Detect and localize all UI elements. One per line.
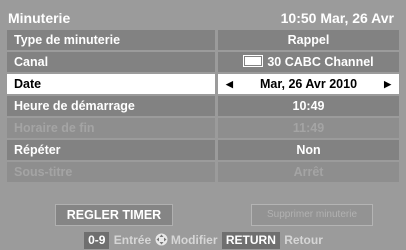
return-key: RETURN	[221, 232, 280, 249]
row-label: Horaire de fin	[7, 118, 215, 138]
delete-timer-button: Supprimer minuterie	[251, 204, 373, 226]
row-label: Sous-titre	[7, 162, 215, 182]
row-label: Heure de démarrage	[7, 96, 215, 116]
enter-hint: Entrée	[113, 233, 152, 247]
modify-hint: Modifier	[170, 233, 218, 247]
row-value: Non	[218, 140, 399, 160]
settings-list: Type de minuterie Rappel Canal 30 CABC C…	[7, 30, 399, 184]
row-label: Date	[7, 74, 215, 94]
row-date[interactable]: Date ◀ Mar, 26 Avr 2010 ▶	[7, 74, 399, 94]
row-label: Canal	[7, 52, 215, 72]
help-bar: 0-9 Entrée Modifier RETURN Retour	[0, 231, 406, 250]
set-timer-button[interactable]: REGLER TIMER	[55, 204, 173, 226]
dialog-title: Minuterie	[8, 10, 71, 26]
row-channel[interactable]: Canal 30 CABC Channel	[7, 52, 399, 72]
row-label: Répéter	[7, 140, 215, 160]
dpad-icon	[155, 233, 167, 246]
timer-dialog: Minuterie 10:50 Mar, 26 Avr Type de minu…	[0, 0, 406, 250]
row-end-time: Horaire de fin 11:49	[7, 118, 399, 138]
row-repeat[interactable]: Répéter Non	[7, 140, 399, 160]
row-value: 11:49	[218, 118, 399, 138]
row-value: 10:49	[218, 96, 399, 116]
row-value: 30 CABC Channel	[218, 52, 399, 72]
row-timer-type[interactable]: Type de minuterie Rappel	[7, 30, 399, 50]
channel-name: 30 CABC Channel	[267, 55, 374, 69]
row-value[interactable]: ◀ Mar, 26 Avr 2010 ▶	[218, 74, 399, 94]
channel-icon	[243, 55, 264, 67]
title-bar: Minuterie 10:50 Mar, 26 Avr	[8, 7, 398, 29]
left-arrow-icon[interactable]: ◀	[226, 74, 233, 94]
row-value: Rappel	[218, 30, 399, 50]
right-arrow-icon[interactable]: ▶	[384, 74, 391, 94]
back-hint: Retour	[284, 233, 323, 247]
current-datetime: 10:50 Mar, 26 Avr	[280, 10, 394, 26]
digits-key: 0-9	[84, 232, 110, 249]
row-subtitle: Sous-titre Arrêt	[7, 162, 399, 182]
row-value: Arrêt	[218, 162, 399, 182]
row-start-time[interactable]: Heure de démarrage 10:49	[7, 96, 399, 116]
date-value: Mar, 26 Avr 2010	[259, 77, 358, 91]
row-label: Type de minuterie	[7, 30, 215, 50]
